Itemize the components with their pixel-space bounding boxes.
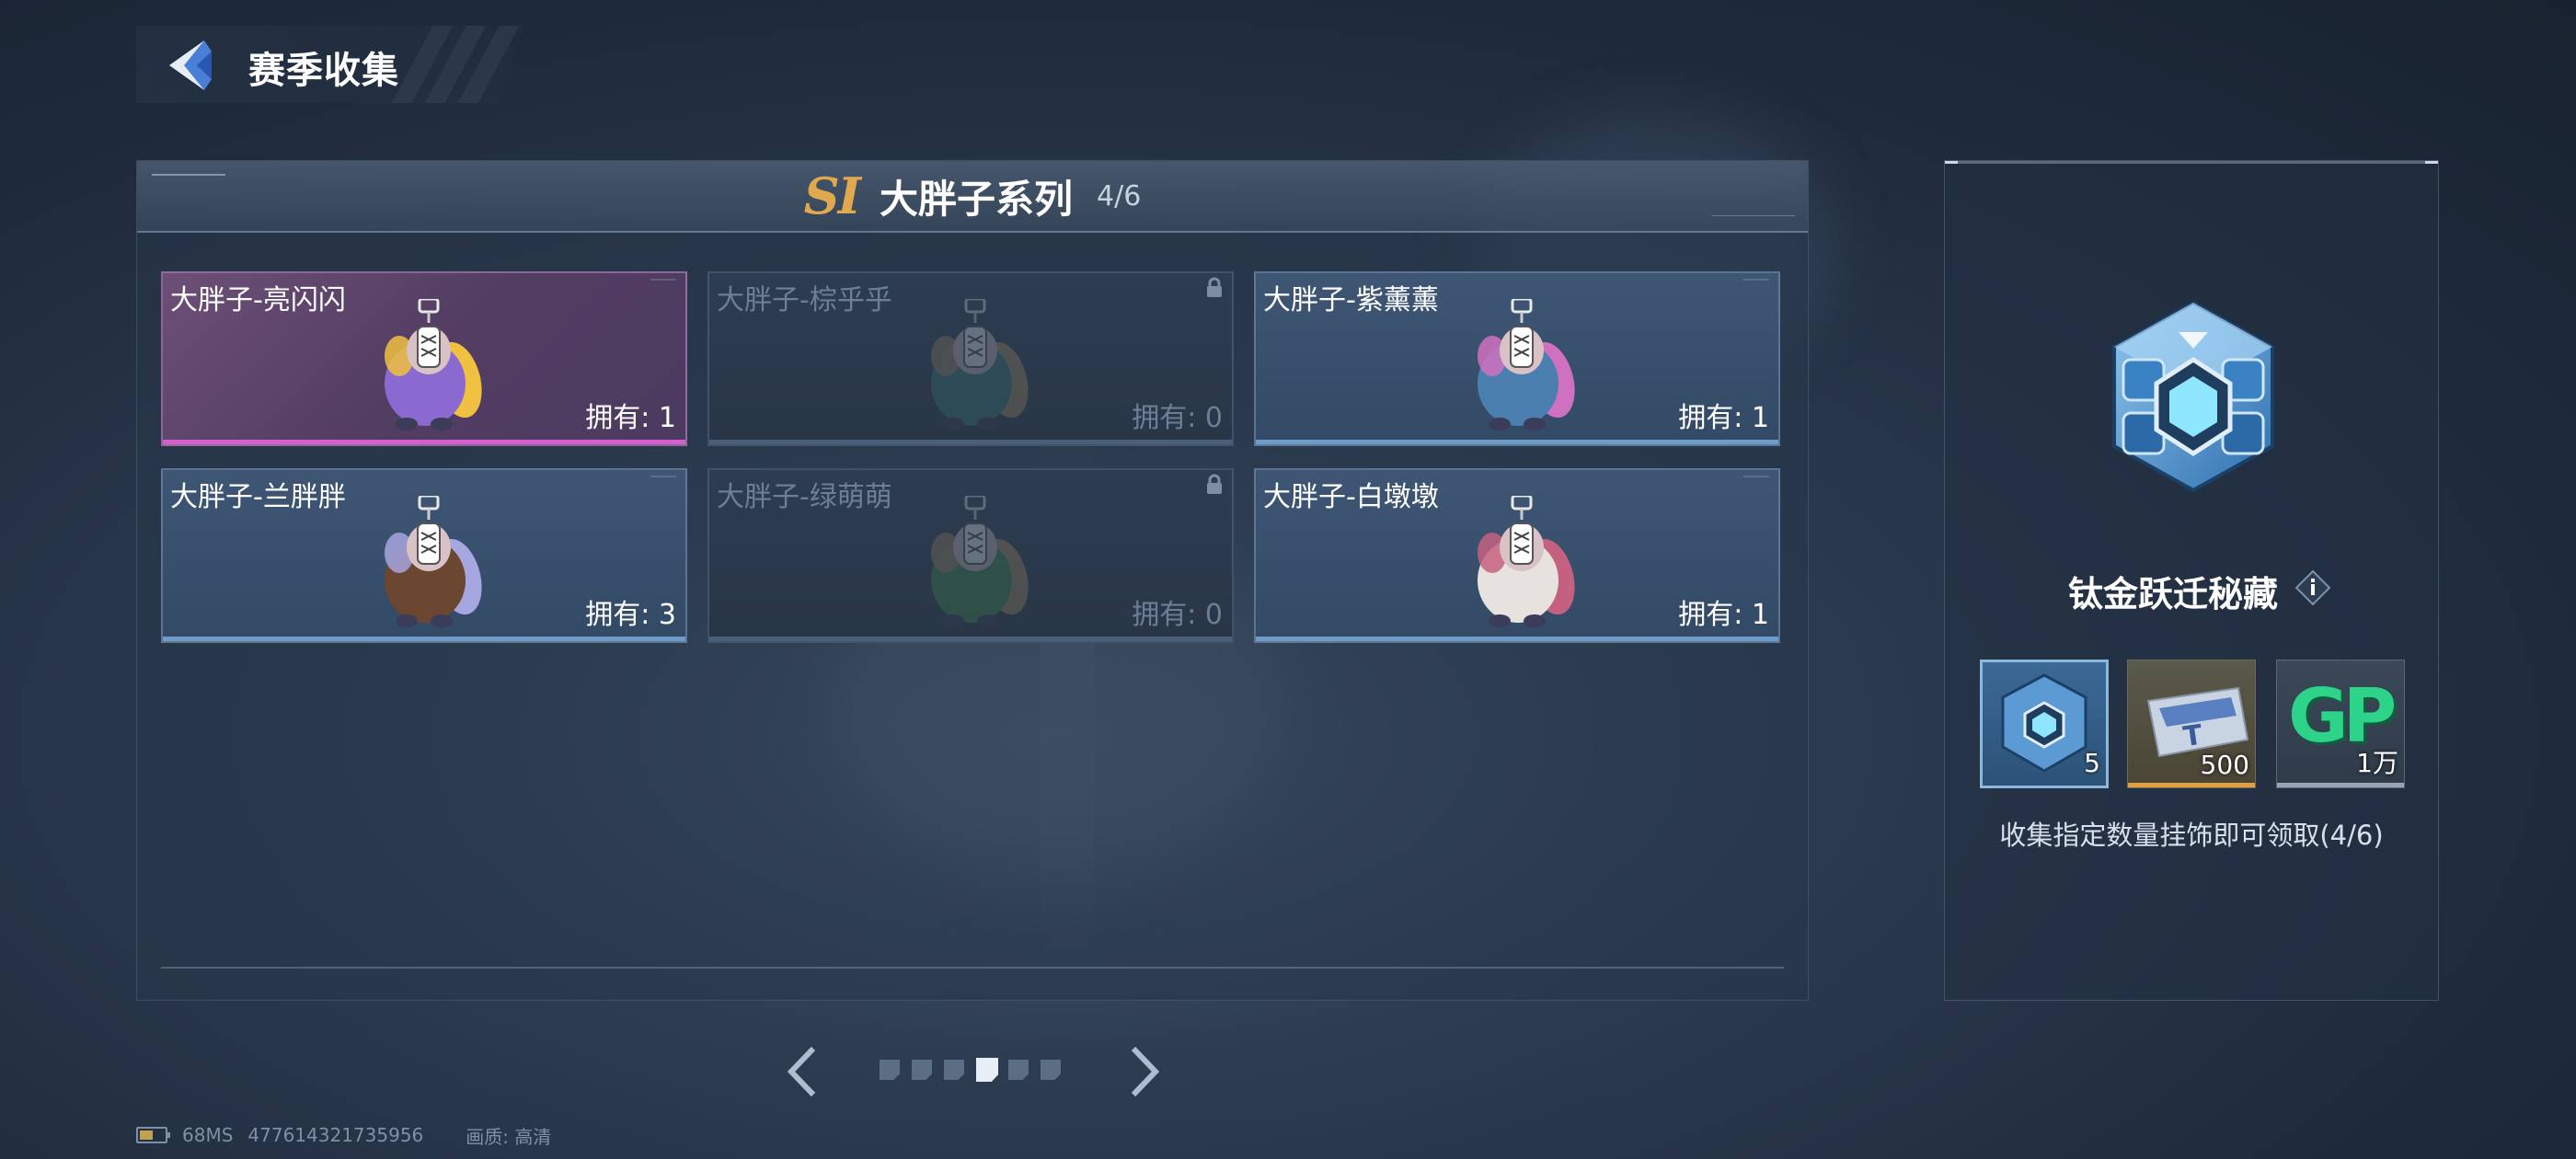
- panel-top-line: [1945, 161, 2438, 164]
- page-dot[interactable]: [912, 1060, 932, 1080]
- reward-description: 收集指定数量挂饰即可领取(4/6): [1999, 820, 2384, 851]
- collection-item-card[interactable]: 大胖子-棕乎乎拥有: 0: [707, 271, 1234, 446]
- owned-count: 拥有: 1: [1678, 599, 1769, 631]
- top-header: 赛季收集: [136, 26, 523, 103]
- quality-text: 画质: 高清: [466, 1125, 552, 1148]
- reward-title: 钛金跃迁秘藏: [2067, 574, 2278, 614]
- prev-page-button[interactable]: [780, 1041, 826, 1102]
- reward-item-crate[interactable]: 5: [1980, 660, 2109, 788]
- page-dot[interactable]: [1041, 1060, 1061, 1080]
- reward-item-ticket[interactable]: T 500: [2127, 660, 2256, 788]
- rarity-bar: [2128, 783, 2255, 787]
- pendant-charm-icon: [931, 299, 1029, 430]
- crate-icon: [2112, 300, 2274, 493]
- lock-icon: [1207, 474, 1222, 494]
- owned-count: 拥有: 1: [585, 402, 676, 434]
- pendant-charm-icon: [385, 299, 482, 430]
- info-icon[interactable]: [2294, 569, 2331, 606]
- collection-item-card[interactable]: 大胖子-兰胖胖拥有: 3: [161, 468, 687, 643]
- item-name: 大胖子-亮闪闪: [170, 284, 346, 316]
- owned-count: 拥有: 0: [1132, 402, 1223, 434]
- divider: [161, 967, 1784, 969]
- reward-count: 5: [2084, 748, 2100, 778]
- uid-text: 477614321735956: [247, 1124, 424, 1146]
- series-header: SI 大胖子系列 4/6: [137, 161, 1808, 233]
- reward-item-list: 5 T 500 GP 1万: [1980, 660, 2412, 792]
- reward-item-gp[interactable]: GP 1万: [2276, 660, 2405, 788]
- rarity-bar: [1256, 637, 1778, 641]
- back-arrow-icon: [169, 40, 212, 90]
- owned-count: 拥有: 1: [1678, 402, 1769, 434]
- series-progress: 4/6: [1097, 179, 1142, 212]
- page-dot[interactable]: [976, 1058, 998, 1082]
- status-bar: 68MS 477614321735956 画质: 高清: [136, 1122, 551, 1148]
- item-name: 大胖子-绿萌萌: [717, 481, 892, 513]
- corner-decor: [650, 279, 676, 286]
- corner-decor: [1743, 279, 1769, 286]
- rarity-bar: [1256, 440, 1778, 444]
- reward-count: 1万: [2356, 748, 2398, 778]
- rarity-bar: [709, 637, 1232, 641]
- series-title: 大胖子系列: [879, 176, 1073, 222]
- battery-icon: [136, 1127, 170, 1143]
- back-button[interactable]: [162, 37, 219, 94]
- rarity-bar: [709, 440, 1232, 444]
- reward-count: 500: [2200, 750, 2249, 780]
- corner-decor: [650, 476, 676, 483]
- page-title: 赛季收集: [248, 50, 399, 92]
- collection-item-card[interactable]: 大胖子-绿萌萌拥有: 0: [707, 468, 1234, 643]
- pendant-charm-icon: [1478, 496, 1575, 627]
- item-name: 大胖子-兰胖胖: [170, 481, 346, 513]
- collection-item-card[interactable]: 大胖子-白墩墩拥有: 1: [1254, 468, 1780, 643]
- ping-text: 68MS: [182, 1124, 234, 1146]
- corner-decor: [1743, 476, 1769, 483]
- rarity-bar: [2277, 783, 2404, 787]
- pendant-charm-icon: [385, 496, 482, 627]
- collection-item-card[interactable]: 大胖子-紫薰薰拥有: 1: [1254, 271, 1780, 446]
- chevron-right-icon: [1131, 1046, 1160, 1097]
- collection-item-card[interactable]: 大胖子-亮闪闪拥有: 1: [161, 271, 687, 446]
- collection-panel: SI 大胖子系列 4/6 大胖子-亮闪闪 拥有: 1 大胖子-棕乎乎 拥有: 0 大胖子…: [136, 160, 1809, 1001]
- page-dot[interactable]: [944, 1060, 964, 1080]
- rarity-bar: [163, 637, 685, 641]
- chevron-left-icon: [787, 1046, 816, 1097]
- pendant-charm-icon: [1478, 299, 1575, 430]
- reward-panel: 钛金跃迁秘藏 5 T 500 GP 1万 收集指定数量挂饰即可领取(4/6): [1944, 160, 2439, 1001]
- item-name: 大胖子-白墩墩: [1263, 481, 1439, 513]
- lock-icon: [1207, 277, 1222, 297]
- season-badge: SI: [803, 166, 861, 225]
- owned-count: 拥有: 0: [1132, 599, 1223, 631]
- item-name: 大胖子-紫薰薰: [1263, 284, 1439, 316]
- pendant-charm-icon: [931, 496, 1029, 627]
- next-page-button[interactable]: [1121, 1041, 1167, 1102]
- item-name: 大胖子-棕乎乎: [717, 284, 892, 316]
- page-dot[interactable]: [1008, 1060, 1029, 1080]
- page-dot[interactable]: [880, 1060, 900, 1080]
- rarity-bar: [163, 440, 685, 444]
- owned-count: 拥有: 3: [585, 599, 676, 631]
- reward-crate-image: [2092, 295, 2294, 498]
